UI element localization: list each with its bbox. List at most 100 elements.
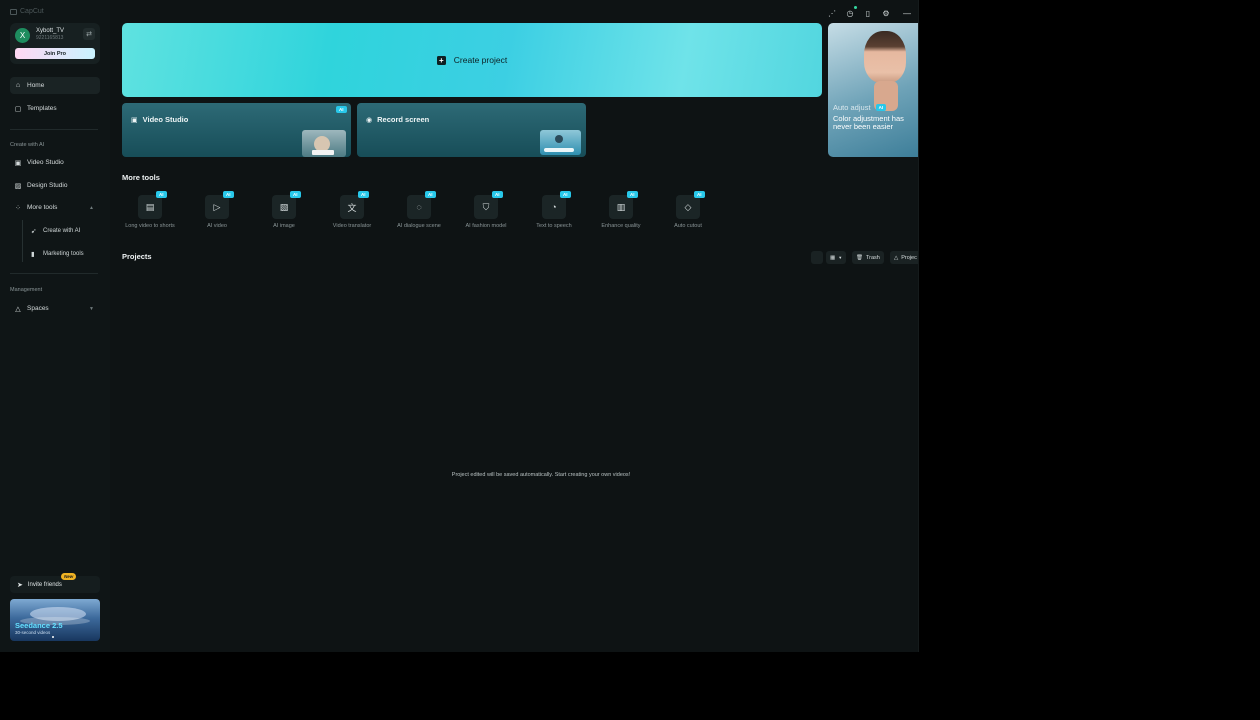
ai-badge: AI: [492, 191, 503, 198]
book-icon[interactable]: ▯: [863, 8, 873, 18]
minimize-icon[interactable]: —: [902, 8, 912, 18]
send-icon: ➤: [17, 581, 23, 589]
more-tools-heading: More tools: [122, 173, 160, 182]
trash-button[interactable]: 🗑 Trash: [852, 251, 884, 264]
tool-enhance-quality[interactable]: ▥ AI Enhance quality: [593, 191, 649, 240]
select-checkbox[interactable]: [811, 251, 823, 264]
join-pro-button[interactable]: Join Pro: [15, 48, 95, 59]
tool-label: AI fashion model: [465, 223, 507, 229]
sidebar-divider: [10, 129, 98, 130]
promo-title: Seedance 2.5: [15, 621, 63, 630]
ai-badge: AI: [425, 191, 436, 198]
eraser-icon: ◇: [676, 195, 700, 219]
empty-projects-message: Project edited will be saved automatical…: [451, 472, 631, 478]
tool-ai-image[interactable]: ▧ AI AI image: [256, 191, 312, 240]
templates-icon: ▢: [14, 105, 22, 113]
video-play-icon: ▷: [205, 195, 229, 219]
ai-badge: AI: [875, 104, 887, 111]
grid-view-icon: ▦: [830, 254, 836, 261]
invite-label: Invite friends: [27, 581, 62, 588]
ai-badge: AI: [156, 191, 167, 198]
section-create-with-ai: Create with AI: [10, 142, 45, 148]
record-icon: ◉: [366, 116, 373, 124]
sidebar-subitem-create-with-ai[interactable]: ➹ Create with AI: [28, 222, 80, 239]
tree-line: [22, 220, 23, 262]
model-portrait-image: [864, 31, 906, 83]
ai-badge: AI: [290, 191, 301, 198]
speech-icon: ◔: [542, 195, 566, 219]
notification-dot: [854, 6, 857, 9]
video-studio-icon: ▣: [14, 159, 22, 167]
ai-badge: AI: [223, 191, 234, 198]
video-studio-thumbnail: [302, 130, 346, 157]
chevron-up-icon[interactable]: ▲: [89, 205, 94, 211]
carousel-dot[interactable]: [52, 636, 54, 638]
tool-long-video-to-shorts[interactable]: ▤ AI Long video to shorts: [122, 191, 178, 240]
sidebar-item-label: Home: [27, 82, 45, 89]
switch-account-icon[interactable]: ⇄: [83, 28, 95, 40]
enhance-icon: ▥: [609, 195, 633, 219]
avatar[interactable]: X: [15, 28, 30, 43]
video-studio-card[interactable]: ▣ Video Studio AI: [122, 103, 351, 157]
brand-name: CapCut: [20, 8, 44, 15]
chevron-down-icon[interactable]: ▼: [89, 306, 94, 312]
cloud-icon: △: [894, 254, 899, 261]
sidebar-item-label: Marketing tools: [43, 250, 84, 257]
video-studio-icon: ▣: [131, 116, 138, 124]
sidebar-item-spaces[interactable]: △ Spaces ▼: [10, 300, 100, 317]
create-project-button[interactable]: + Create project: [122, 23, 822, 97]
card-title: Record screen: [377, 115, 430, 124]
plus-icon: +: [436, 55, 446, 65]
timer-icon[interactable]: ◷: [845, 8, 855, 18]
tool-label: AI image: [273, 223, 295, 229]
section-management: Management: [10, 287, 43, 293]
account-id: 9221165813: [36, 35, 64, 41]
tool-auto-cutout[interactable]: ◇ AI Auto cutout: [660, 191, 716, 240]
project-button[interactable]: △ Projec: [890, 251, 918, 264]
tool-video-translator[interactable]: 文 AI Video translator: [324, 191, 380, 240]
tool-text-to-speech[interactable]: ◔ AI Text to speech: [526, 191, 582, 240]
tool-ai-fashion-model[interactable]: ⛉ AI AI fashion model: [458, 191, 514, 240]
sidebar: CapCut X Xybott_TV 9221165813 ⇄ Join Pro…: [0, 0, 110, 652]
account-card[interactable]: X Xybott_TV 9221165813 ⇄ Join Pro: [10, 23, 100, 64]
ai-badge: AI: [694, 191, 705, 198]
sidebar-item-video-studio[interactable]: ▣ Video Studio: [10, 154, 100, 171]
image-icon: ▧: [272, 195, 296, 219]
trash-icon: 🗑: [856, 254, 863, 261]
projects-heading: Projects: [122, 252, 152, 261]
tool-label: AI dialogue scene: [397, 223, 441, 229]
sidebar-item-label: Create with AI: [43, 227, 81, 234]
sidebar-item-label: Video Studio: [27, 159, 64, 166]
phone-icon: ▮: [31, 250, 35, 258]
grid-icon: ⁘: [15, 204, 21, 212]
sidebar-item-templates[interactable]: ▢ Templates: [10, 100, 100, 117]
auto-adjust-banner[interactable]: Auto adjust AI Color adjustment has neve…: [828, 23, 918, 157]
sidebar-item-label: Templates: [27, 105, 57, 112]
ai-badge: AI: [358, 191, 369, 198]
cursor-icon: ➹: [31, 227, 37, 235]
sidebar-item-home[interactable]: ⌂ Home: [10, 77, 100, 94]
ai-badge: AI: [627, 191, 638, 198]
project-label: Projec: [901, 254, 917, 261]
view-toggle-button[interactable]: ▦ ▼: [826, 251, 847, 264]
record-screen-card[interactable]: ◉ Record screen: [357, 103, 586, 157]
sidebar-subitem-marketing-tools[interactable]: ▮ Marketing tools: [28, 245, 84, 262]
card-title: Video Studio: [142, 115, 189, 124]
tool-ai-video[interactable]: ▷ AI AI video: [189, 191, 245, 240]
hero-feature-name: Auto adjust AI: [833, 103, 887, 112]
gear-icon[interactable]: ⚙: [881, 8, 891, 18]
ai-badge: AI: [560, 191, 571, 198]
ai-badge: AI: [336, 106, 347, 113]
tool-ai-dialogue-scene[interactable]: ◌ AI AI dialogue scene: [391, 191, 447, 240]
sidebar-item-label: Design Studio: [27, 182, 68, 189]
translate-icon: 文: [340, 195, 364, 219]
tool-label: Text to speech: [536, 223, 572, 229]
create-project-label: Create project: [453, 55, 508, 65]
tool-label: Enhance quality: [601, 223, 641, 229]
promo-subtitle: 30-second videos: [15, 630, 51, 635]
invite-friends-button[interactable]: ➤ Invite friends New: [10, 573, 100, 593]
share-icon[interactable]: ⋰: [827, 8, 837, 18]
sidebar-item-more-tools[interactable]: ⁘ More tools ▲: [10, 199, 100, 216]
seedance-promo-banner[interactable]: Seedance 2.5 30-second videos: [10, 599, 100, 641]
sidebar-item-design-studio[interactable]: ▨ Design Studio: [10, 177, 100, 194]
